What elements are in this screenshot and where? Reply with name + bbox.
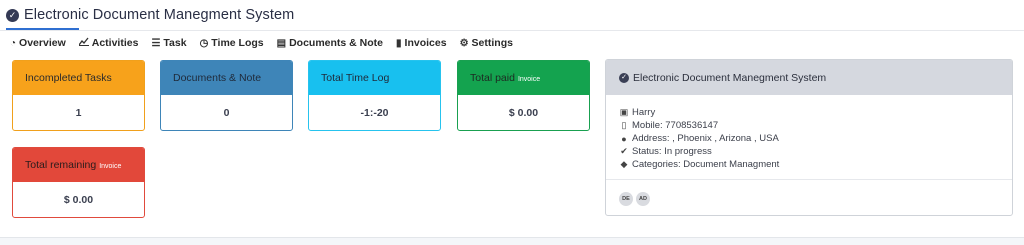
card-label: Documents & Note: [173, 72, 262, 84]
tab-bar: ◔ Overview Activities ☰ Task ◷ Time Logs…: [10, 36, 526, 50]
client-line: ▣ Harry: [619, 106, 1012, 119]
info-details: ▣ Harry ▯ Mobile: 7708536147 ● Address: …: [606, 95, 1012, 171]
tab-label: Invoices: [404, 37, 447, 49]
project-panel: ✓ Electronic Document Manegment System ◔…: [0, 0, 1024, 238]
check-circle-icon: ✓: [6, 8, 19, 22]
address-text: Address: , Phoenix , Arizona , USA: [632, 133, 779, 144]
clock-icon: ◷: [199, 37, 209, 49]
status-line: ✔ Status: In progress: [619, 145, 1012, 158]
invoice-tag: Invoice: [99, 163, 122, 170]
tab-label: Overview: [19, 37, 66, 49]
tab-overview[interactable]: ◔ Overview: [10, 37, 66, 49]
page-header: ✓ Electronic Document Manegment System: [6, 6, 294, 24]
briefcase-icon: ▣: [619, 107, 629, 117]
card-header: Total remaining Invoice: [13, 148, 144, 182]
categories-line: ◆ Categories: Document Managment: [619, 158, 1012, 171]
dashboard-icon: ◔: [10, 37, 17, 49]
divider: [0, 30, 1024, 31]
map-marker-icon: ●: [621, 133, 627, 144]
card-header: Incompleted Tasks: [13, 61, 144, 95]
card-value: 0: [223, 107, 230, 119]
client-name[interactable]: Harry: [632, 107, 655, 118]
diamond-icon: ◆: [620, 159, 628, 169]
info-header: ✓ Electronic Document Manegment System: [606, 60, 1012, 95]
document-icon: ▤: [276, 37, 287, 49]
invoice-tag: Invoice: [517, 76, 541, 83]
tab-settings[interactable]: ⚙ Settings: [460, 37, 513, 49]
tab-label: Settings: [471, 37, 513, 49]
list-icon: ☰: [151, 37, 161, 49]
tab-label: Task: [163, 37, 187, 49]
card-header: Total paid Invoice: [458, 61, 589, 95]
card-label: Incompleted Tasks: [25, 72, 112, 84]
tab-invoices[interactable]: ▮ Invoices: [396, 37, 447, 49]
card-label: Total Time Log: [321, 72, 390, 84]
check-circle-icon: ✔: [620, 146, 628, 156]
tab-label: Documents & Note: [289, 37, 384, 49]
card-header: Documents & Note: [161, 61, 292, 95]
documents-note-card[interactable]: Documents & Note 0: [160, 60, 293, 131]
tab-label: Activities: [91, 37, 139, 49]
mobile-text: Mobile: 7708536147: [632, 120, 719, 131]
tab-task[interactable]: ☰ Task: [151, 37, 186, 49]
tab-time-logs[interactable]: ◷ Time Logs: [200, 37, 264, 49]
total-paid-card[interactable]: Total paid Invoice $ 0.00: [457, 60, 590, 131]
chart-icon: [78, 37, 89, 49]
categories-text: Categories: Document Managment: [632, 159, 780, 170]
info-title: Electronic Document Manegment System: [633, 71, 827, 84]
card-label: Total paid: [470, 72, 515, 84]
check-circle-icon: ✓: [619, 72, 629, 83]
card-value: $ 0.00: [508, 107, 539, 119]
tab-activities[interactable]: Activities: [78, 37, 139, 49]
incompleted-tasks-card[interactable]: Incompleted Tasks 1: [12, 60, 145, 131]
card-value: -1:-20: [360, 107, 389, 119]
avatar[interactable]: DE: [619, 192, 633, 206]
member-avatars: DE AD: [619, 192, 653, 206]
mobile-icon: ▯: [621, 120, 627, 130]
project-info-box: ✓ Electronic Document Manegment System ▣…: [605, 59, 1013, 216]
card-header: Total Time Log: [309, 61, 440, 95]
avatar[interactable]: AD: [636, 192, 650, 206]
file-icon: ▮: [396, 37, 402, 49]
tab-documents-note[interactable]: ▤ Documents & Note: [277, 37, 383, 49]
card-value: 1: [75, 107, 82, 119]
total-remaining-card[interactable]: Total remaining Invoice $ 0.00: [12, 147, 145, 218]
address-line: ● Address: , Phoenix , Arizona , USA: [619, 132, 1012, 145]
gears-icon: ⚙: [459, 37, 469, 49]
card-value: $ 0.00: [63, 194, 94, 206]
status-text: Status: In progress: [632, 146, 712, 157]
mobile-line: ▯ Mobile: 7708536147: [619, 119, 1012, 132]
divider: [606, 179, 1012, 180]
page-title: Electronic Document Manegment System: [24, 7, 295, 23]
total-time-log-card[interactable]: Total Time Log -1:-20: [308, 60, 441, 131]
tab-label: Time Logs: [211, 37, 264, 49]
card-label: Total remaining: [25, 159, 97, 171]
